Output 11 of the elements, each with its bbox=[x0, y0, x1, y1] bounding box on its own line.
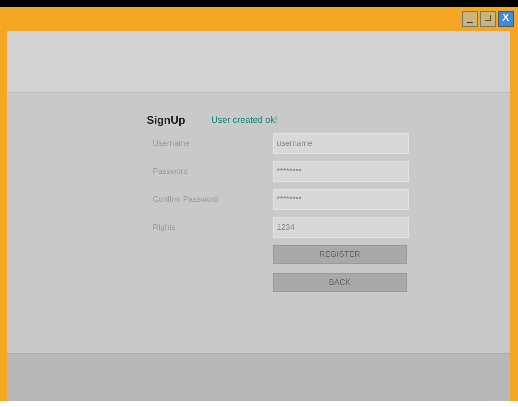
input-field[interactable]: 1234 bbox=[273, 217, 409, 238]
input-field[interactable]: ******** bbox=[273, 161, 409, 182]
form-title: SignUp bbox=[147, 114, 186, 129]
input-field[interactable]: username bbox=[273, 133, 409, 154]
close-button[interactable]: X bbox=[498, 11, 514, 27]
minimize-button[interactable]: _ bbox=[462, 11, 478, 27]
register-button[interactable]: REGISTER bbox=[273, 245, 407, 264]
back-button[interactable]: BACK bbox=[273, 273, 407, 292]
maximize-button[interactable]: □ bbox=[480, 11, 496, 27]
input-field[interactable]: ******** bbox=[273, 189, 409, 210]
status-message: User created ok! bbox=[212, 114, 278, 128]
